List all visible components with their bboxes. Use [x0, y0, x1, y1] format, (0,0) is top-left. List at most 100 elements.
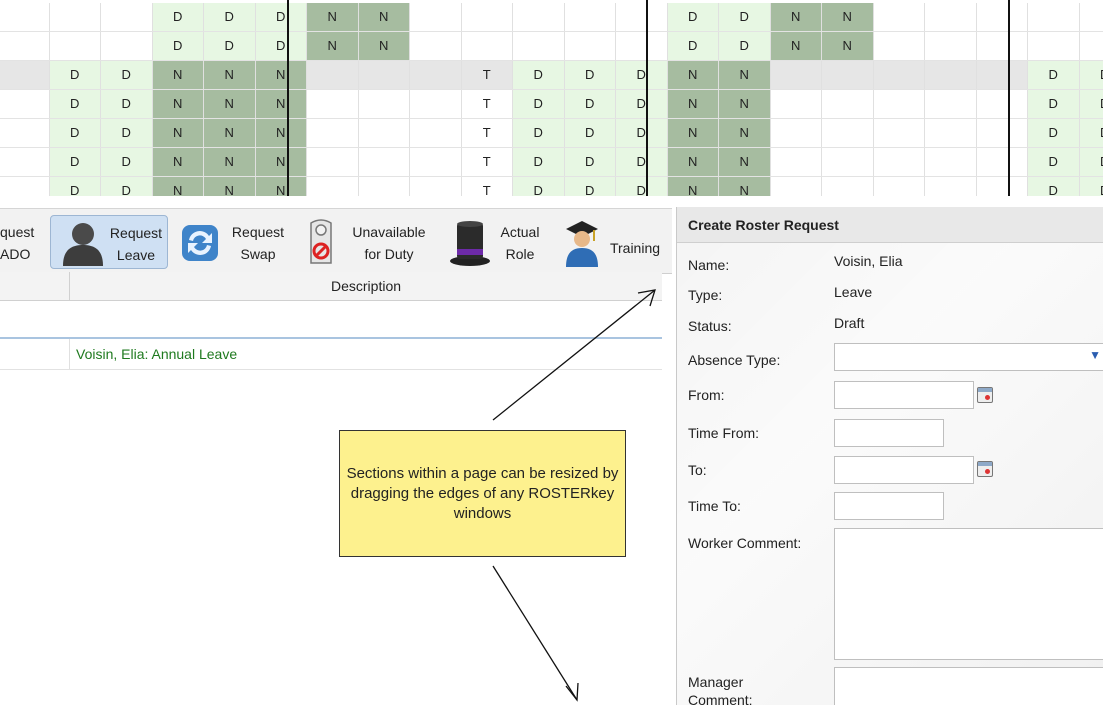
roster-cell[interactable]: D [513, 61, 565, 89]
roster-cell[interactable]: D [152, 3, 204, 31]
roster-cell[interactable]: N [719, 90, 771, 118]
roster-cell[interactable] [0, 90, 50, 118]
roster-cell[interactable]: N [770, 3, 822, 31]
roster-cell[interactable] [359, 90, 410, 118]
roster-cell[interactable] [925, 119, 977, 147]
roster-cell[interactable] [0, 119, 50, 147]
roster-cell[interactable] [410, 148, 462, 176]
roster-cell[interactable]: D [255, 32, 307, 60]
roster-cell[interactable]: D [616, 148, 668, 176]
roster-cell[interactable] [513, 32, 565, 60]
roster-cell[interactable] [925, 177, 977, 196]
roster-cell[interactable]: D [564, 90, 616, 118]
roster-cell[interactable] [874, 32, 925, 60]
roster-cell[interactable] [874, 90, 925, 118]
roster-cell[interactable]: N [152, 177, 204, 196]
roster-cell[interactable] [410, 61, 462, 89]
to-date-input[interactable] [834, 456, 974, 484]
absence-type-select[interactable]: ▼ [834, 343, 1103, 371]
roster-cell[interactable]: N [667, 177, 719, 196]
roster-cell[interactable]: D [204, 3, 256, 31]
roster-cell[interactable] [565, 3, 616, 31]
roster-cell[interactable]: N [358, 32, 410, 60]
from-date-input[interactable] [834, 381, 974, 409]
request-leave-button[interactable]: Request Leave [50, 215, 168, 269]
roster-cell[interactable] [307, 148, 359, 176]
roster-row[interactable]: DDNNNTDDDNNDD [0, 148, 1103, 177]
roster-cell[interactable] [101, 32, 153, 60]
roster-cell[interactable]: D [564, 119, 616, 147]
roster-cell[interactable]: D [719, 32, 771, 60]
roster-cell[interactable] [307, 119, 359, 147]
roster-cell[interactable]: T [462, 177, 513, 196]
roster-cell[interactable] [977, 61, 1028, 89]
roster-cell[interactable]: N [152, 61, 204, 89]
roster-cell[interactable]: D [564, 61, 616, 89]
roster-cell[interactable] [307, 61, 359, 89]
roster-cell[interactable]: D [152, 32, 204, 60]
roster-row[interactable]: DDNNNTDDDNNDD [0, 61, 1103, 90]
roster-cell[interactable]: D [1028, 177, 1080, 196]
roster-cell[interactable]: D [513, 90, 565, 118]
roster-cell[interactable] [410, 90, 462, 118]
request-ado-button[interactable]: quest ADO [0, 215, 46, 269]
roster-cell[interactable] [307, 90, 359, 118]
roster-cell[interactable]: N [358, 3, 410, 31]
roster-cell[interactable] [925, 148, 977, 176]
roster-cell[interactable] [771, 61, 822, 89]
roster-row[interactable]: DDNNNTDDDNNDD [0, 90, 1103, 119]
roster-cell[interactable] [410, 32, 462, 60]
chevron-down-icon[interactable]: ▼ [1089, 348, 1101, 362]
roster-cell[interactable]: N [255, 90, 307, 118]
roster-cell[interactable]: N [719, 119, 771, 147]
roster-row[interactable]: DDNNNTDDDNNDD [0, 177, 1103, 196]
roster-cell[interactable] [462, 3, 513, 31]
roster-cell[interactable] [874, 119, 925, 147]
roster-cell[interactable] [1028, 3, 1080, 31]
roster-cell[interactable]: N [204, 177, 256, 196]
roster-cell[interactable] [822, 148, 874, 176]
roster-cell[interactable]: D [49, 61, 101, 89]
roster-cell[interactable]: T [462, 90, 513, 118]
roster-cell[interactable] [977, 148, 1028, 176]
roster-cell[interactable] [0, 177, 50, 196]
roster-cell[interactable] [771, 177, 822, 196]
roster-cell[interactable]: D [616, 177, 668, 196]
roster-cell[interactable]: D [49, 119, 101, 147]
roster-cell[interactable] [771, 90, 822, 118]
roster-cell[interactable]: D [1028, 90, 1080, 118]
roster-cell[interactable]: D [1028, 148, 1080, 176]
roster-cell[interactable]: D [1079, 61, 1103, 89]
roster-cell[interactable] [822, 177, 874, 196]
roster-cell[interactable]: N [152, 119, 204, 147]
manager-comment-textarea[interactable] [834, 667, 1103, 705]
roster-cell[interactable] [101, 3, 153, 31]
roster-cell[interactable] [50, 32, 101, 60]
roster-cell[interactable]: D [1079, 148, 1103, 176]
roster-cell[interactable]: D [49, 148, 101, 176]
roster-cell[interactable] [925, 3, 977, 31]
roster-cell[interactable] [925, 32, 977, 60]
roster-cell[interactable] [874, 3, 925, 31]
roster-cell[interactable]: N [667, 90, 719, 118]
roster-cell[interactable]: D [204, 32, 256, 60]
roster-cell[interactable]: T [462, 119, 513, 147]
roster-cell[interactable] [977, 32, 1028, 60]
roster-cell[interactable] [359, 177, 410, 196]
roster-cell[interactable]: D [667, 3, 719, 31]
roster-cell[interactable]: T [462, 148, 513, 176]
roster-cell[interactable]: N [770, 32, 822, 60]
time-from-input[interactable] [834, 419, 944, 447]
roster-cell[interactable]: D [616, 119, 668, 147]
roster-cell[interactable] [977, 90, 1028, 118]
roster-cell[interactable] [0, 61, 50, 89]
roster-cell[interactable]: D [49, 90, 101, 118]
description-column-header[interactable]: Description [70, 272, 662, 300]
roster-cell[interactable]: N [822, 32, 874, 60]
roster-cell[interactable] [1080, 32, 1103, 60]
roster-cell[interactable]: D [1028, 61, 1080, 89]
roster-cell[interactable]: N [719, 148, 771, 176]
roster-cell[interactable] [977, 3, 1028, 31]
roster-cell[interactable]: N [204, 90, 256, 118]
roster-cell[interactable] [359, 119, 410, 147]
